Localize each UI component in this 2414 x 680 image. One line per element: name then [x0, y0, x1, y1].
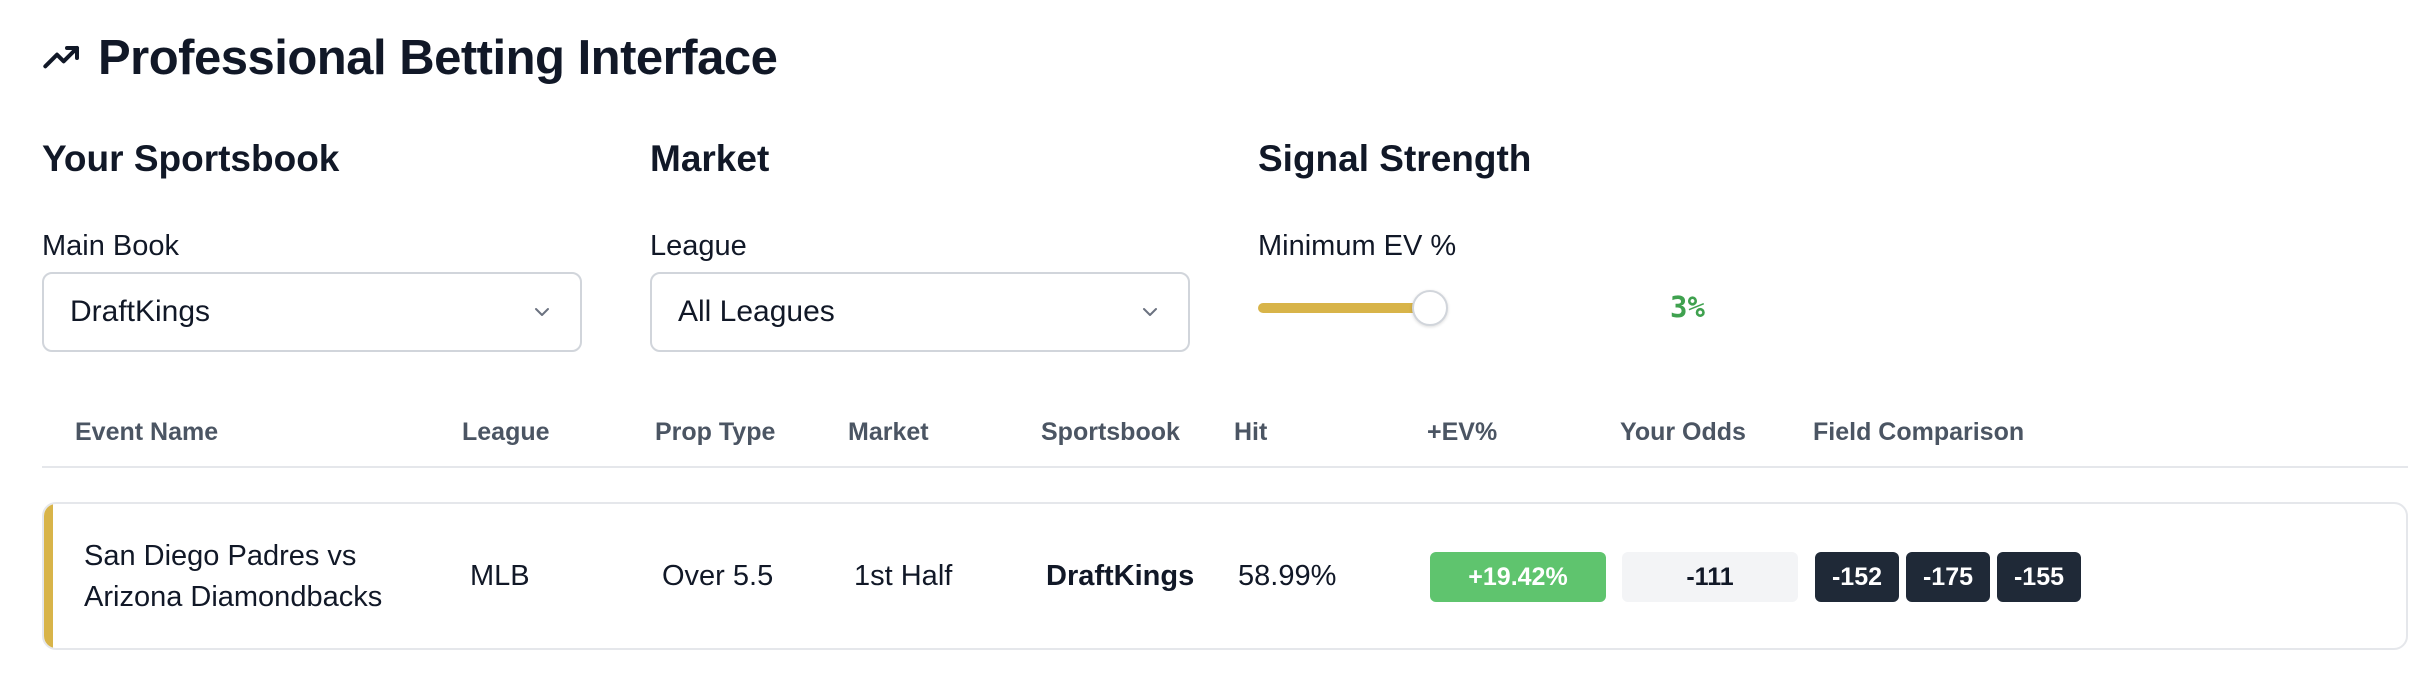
league-cell: MLB: [470, 560, 530, 592]
market-heading: Market: [650, 138, 770, 179]
league-select-value: All Leagues: [678, 295, 835, 328]
field-odds-chip: -152: [1815, 552, 1899, 602]
row-accent-bar: [44, 504, 53, 648]
column-header-market[interactable]: Market: [848, 418, 929, 447]
prop-type-cell: Over 5.5: [662, 560, 774, 592]
event-name-line: San Diego Padres vs: [84, 540, 357, 572]
league-select[interactable]: All Leagues: [650, 272, 1190, 352]
minimum-ev-label: Minimum EV %: [1258, 230, 1457, 262]
main-book-select[interactable]: DraftKings: [42, 272, 582, 352]
column-header-prop-type[interactable]: Prop Type: [655, 418, 775, 447]
column-header-hit[interactable]: Hit: [1234, 418, 1267, 447]
sportsbook-cell: DraftKings: [1046, 560, 1195, 592]
column-header-ev[interactable]: +EV%: [1427, 418, 1497, 447]
ev-badge: +19.42%: [1430, 552, 1606, 602]
column-header-your-odds[interactable]: Your Odds: [1620, 418, 1746, 447]
min-ev-slider-track[interactable]: [1258, 303, 1432, 313]
column-header-event-name[interactable]: Event Name: [75, 418, 218, 447]
sportsbook-heading: Your Sportsbook: [42, 138, 340, 179]
event-name-line: Arizona Diamondbacks: [84, 581, 383, 613]
main-book-select-value: DraftKings: [70, 295, 211, 328]
market-cell: 1st Half: [854, 560, 953, 592]
your-odds-cell: -111: [1622, 552, 1798, 602]
signal-strength-heading: Signal Strength: [1258, 138, 1532, 179]
main-book-label: Main Book: [42, 230, 180, 262]
event-name-cell: San Diego Padres vs Arizona Diamondbacks: [84, 536, 382, 618]
page-title: Professional Betting Interface: [98, 31, 778, 85]
hit-cell: 58.99%: [1238, 560, 1337, 592]
page-header: Professional Betting Interface: [42, 30, 778, 86]
field-odds-chip: -155: [1997, 552, 2081, 602]
league-label: League: [650, 230, 747, 262]
table-row[interactable]: San Diego Padres vs Arizona Diamondbacks…: [42, 502, 2408, 650]
chevron-down-icon: [1138, 300, 1162, 324]
chevron-down-icon: [530, 300, 554, 324]
table-header: Event Name League Prop Type Market Sport…: [42, 400, 2408, 468]
min-ev-slider-thumb[interactable]: [1412, 290, 1448, 326]
column-header-league[interactable]: League: [462, 418, 550, 447]
column-header-sportsbook[interactable]: Sportsbook: [1041, 418, 1180, 447]
field-odds-chip: -175: [1906, 552, 1990, 602]
trending-up-icon: [42, 38, 82, 78]
column-header-field-comparison[interactable]: Field Comparison: [1813, 418, 2024, 447]
min-ev-value: 3%: [1670, 290, 1705, 324]
